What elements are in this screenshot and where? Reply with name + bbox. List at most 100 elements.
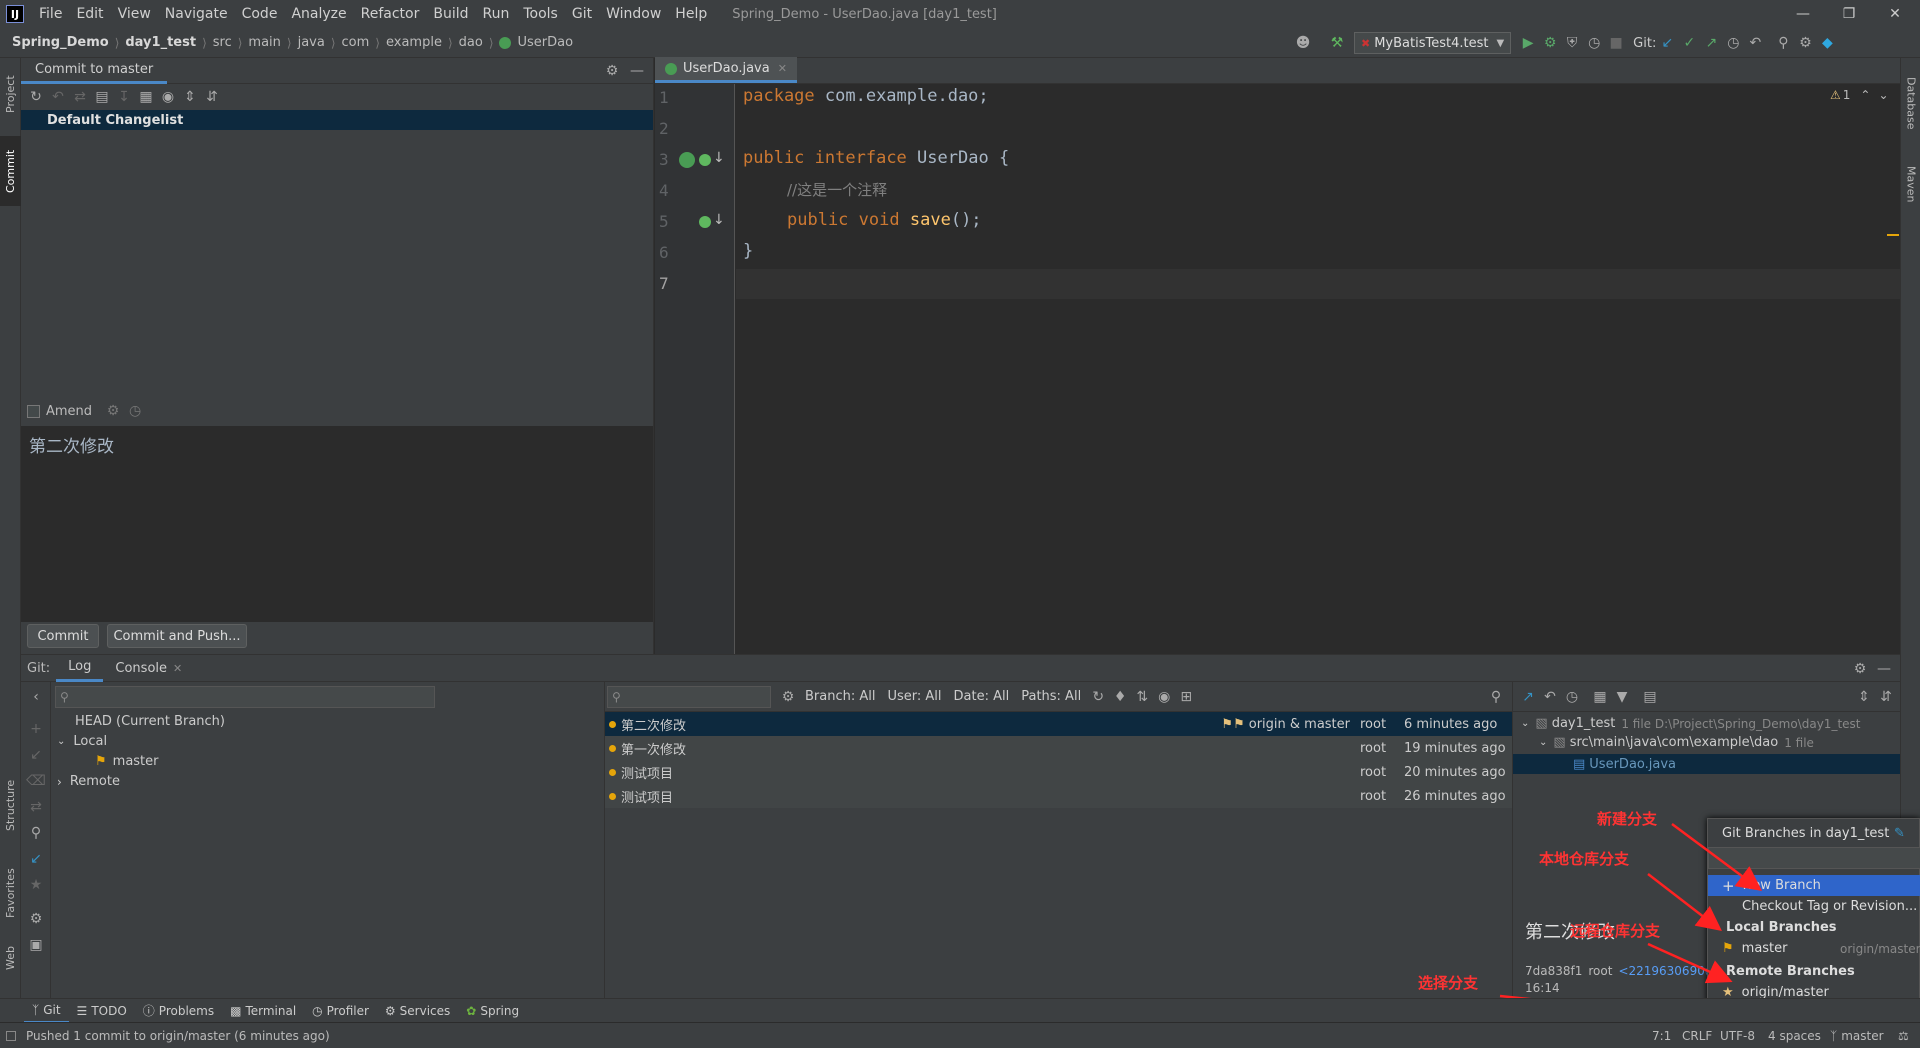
default-changelist-row[interactable]: Default Changelist	[21, 110, 653, 130]
eye-icon[interactable]: ◉	[1153, 686, 1175, 708]
menu-view[interactable]: View	[111, 6, 158, 22]
project-tool-tab[interactable]: Project	[0, 64, 21, 124]
breadcrumb-project[interactable]: Spring_Demo	[8, 35, 113, 50]
commit-to-master-tab[interactable]: Commit to master	[21, 58, 168, 84]
restore-icon[interactable]: ❐	[1826, 0, 1872, 28]
filter-branch[interactable]: Branch: All	[799, 689, 881, 704]
mybatis-bird-icon[interactable]	[679, 152, 695, 168]
menu-edit[interactable]: Edit	[69, 6, 110, 22]
settings-icon[interactable]: ⚙	[601, 60, 623, 82]
breadcrumb-java[interactable]: java	[294, 35, 329, 50]
refresh-icon[interactable]: ↻	[25, 86, 47, 108]
commit-options-icon[interactable]: ⚙	[102, 400, 124, 422]
cherry-pick-icon[interactable]: ♦	[1109, 686, 1131, 708]
tool-profiler[interactable]: ◷ Profiler	[304, 1004, 377, 1018]
breadcrumb-dao[interactable]: dao	[455, 35, 487, 50]
commit-message-editor[interactable]: 第二次修改	[21, 426, 653, 622]
run-icon[interactable]: ▶	[1517, 32, 1539, 54]
chevron-left-icon[interactable]: ‹	[25, 686, 47, 708]
caret-position[interactable]: 7:1	[1652, 1029, 1671, 1043]
tab-console[interactable]: Console ✕	[103, 654, 194, 682]
history-icon[interactable]: ◷	[1561, 686, 1583, 708]
code-line-5[interactable]: public void save();	[787, 210, 982, 230]
filter-paths[interactable]: Paths: All	[1015, 689, 1087, 704]
tab-log[interactable]: Log	[56, 654, 104, 682]
layout-icon[interactable]: ▣	[25, 934, 47, 956]
tree-local[interactable]: ⌄ Local	[57, 734, 107, 749]
status-message[interactable]: Pushed 1 commit to origin/master (6 minu…	[26, 1029, 330, 1043]
changes-file-userdao[interactable]: ▤ UserDao.java	[1513, 754, 1900, 774]
eye-icon[interactable]: ◉	[157, 86, 179, 108]
breadcrumb-example[interactable]: example	[382, 35, 446, 50]
commit-row[interactable]: 测试项目 root 20 minutes ago	[605, 760, 1512, 784]
tree-head[interactable]: HEAD (Current Branch)	[75, 714, 225, 729]
menu-run[interactable]: Run	[476, 6, 517, 22]
tool-spring[interactable]: ✿ Spring	[458, 1004, 527, 1018]
commit-email[interactable]: <2219630690@	[1618, 964, 1716, 978]
plugin-icon[interactable]: ◆	[1816, 32, 1838, 54]
new-branch-item[interactable]: + New Branch	[1708, 875, 1920, 896]
new-tab-icon[interactable]: ⊞	[1175, 686, 1197, 708]
commit-button[interactable]: Commit	[27, 624, 99, 648]
web-tool-tab[interactable]: Web	[0, 938, 21, 978]
recent-messages-icon[interactable]: ◷	[124, 400, 146, 422]
git-update-icon[interactable]: ↙	[1656, 32, 1678, 54]
menu-build[interactable]: Build	[426, 6, 475, 22]
menu-refactor[interactable]: Refactor	[354, 6, 427, 22]
compare-icon[interactable]: ⇄	[25, 796, 47, 818]
file-encoding[interactable]: UTF-8	[1720, 1029, 1755, 1043]
implemented-icon[interactable]	[699, 154, 711, 166]
stop-icon[interactable]: ■	[1605, 32, 1627, 54]
code-line-1[interactable]: package com.example.dao;	[743, 86, 989, 106]
favorites-tool-tab[interactable]: Favorites	[0, 858, 21, 928]
group-by-icon[interactable]: ▦	[135, 86, 157, 108]
branch-search-input[interactable]: ⚲	[55, 686, 435, 708]
chevron-down-icon[interactable]: ⌄	[1878, 88, 1888, 102]
commit-and-push-button[interactable]: Commit and Push...	[107, 624, 247, 648]
tool-services[interactable]: ⚙ Services	[377, 1004, 458, 1018]
commit-row[interactable]: 第一次修改 root 19 minutes ago	[605, 736, 1512, 760]
menu-git[interactable]: Git	[565, 6, 599, 22]
status-layout-icon[interactable]	[6, 1030, 16, 1041]
log-search-input[interactable]: ⚲	[607, 685, 771, 708]
commit-row[interactable]: 测试项目 root 26 minutes ago	[605, 784, 1512, 808]
branch-filter-input[interactable]	[1708, 847, 1920, 869]
star-icon[interactable]: ★	[25, 874, 47, 896]
indent-setting[interactable]: 4 spaces	[1768, 1029, 1821, 1043]
search-icon[interactable]: ⚲	[25, 822, 47, 844]
layout-icon[interactable]: ▤	[1639, 686, 1661, 708]
close-icon[interactable]: ✕	[1872, 0, 1918, 28]
checkout-tag-item[interactable]: Checkout Tag or Revision...	[1708, 896, 1920, 917]
menu-navigate[interactable]: Navigate	[158, 6, 235, 22]
git-push-icon[interactable]: ↗	[1700, 32, 1722, 54]
status-branch-widget[interactable]: ᛉ master	[1830, 1029, 1884, 1043]
minimize-icon[interactable]: —	[1780, 0, 1826, 28]
delete-icon[interactable]: ⌫	[25, 770, 47, 792]
refresh-icon[interactable]: ↻	[1087, 686, 1109, 708]
sort-icon[interactable]: ⇅	[1131, 686, 1153, 708]
settings-icon[interactable]: ⚙	[1849, 658, 1871, 680]
settings-icon[interactable]: ⚙	[25, 908, 47, 930]
rollback-icon[interactable]: ↶	[1744, 32, 1766, 54]
amend-checkbox[interactable]	[27, 404, 40, 418]
database-tool-tab[interactable]: Database	[1901, 64, 1920, 142]
collapse-all-icon[interactable]: ⇵	[1875, 686, 1897, 708]
breadcrumb-com[interactable]: com	[338, 35, 374, 50]
collapse-all-icon[interactable]: ⇵	[201, 86, 223, 108]
search-icon[interactable]: ⚲	[1772, 32, 1794, 54]
commit-hash[interactable]: 7da838f1	[1525, 964, 1582, 978]
update-icon[interactable]: ↙	[25, 848, 47, 870]
filter-user[interactable]: User: All	[881, 689, 947, 704]
line-separator[interactable]: CRLF	[1682, 1029, 1712, 1043]
breadcrumb-main[interactable]: main	[244, 35, 284, 50]
history-icon[interactable]: ◷	[1722, 32, 1744, 54]
code-line-4[interactable]: //这是一个注释	[787, 179, 887, 200]
menu-window[interactable]: Window	[599, 6, 668, 22]
user-icon[interactable]: ☻	[1292, 32, 1314, 54]
checkout-icon[interactable]: ↙	[25, 744, 47, 766]
menu-code[interactable]: Code	[235, 6, 285, 22]
editor-tab-userdao[interactable]: UserDao.java ✕	[655, 57, 797, 83]
settings-icon[interactable]: ⚙	[1794, 32, 1816, 54]
hide-panel-icon[interactable]: —	[1873, 658, 1895, 680]
rollback-icon[interactable]: ↶	[47, 86, 69, 108]
